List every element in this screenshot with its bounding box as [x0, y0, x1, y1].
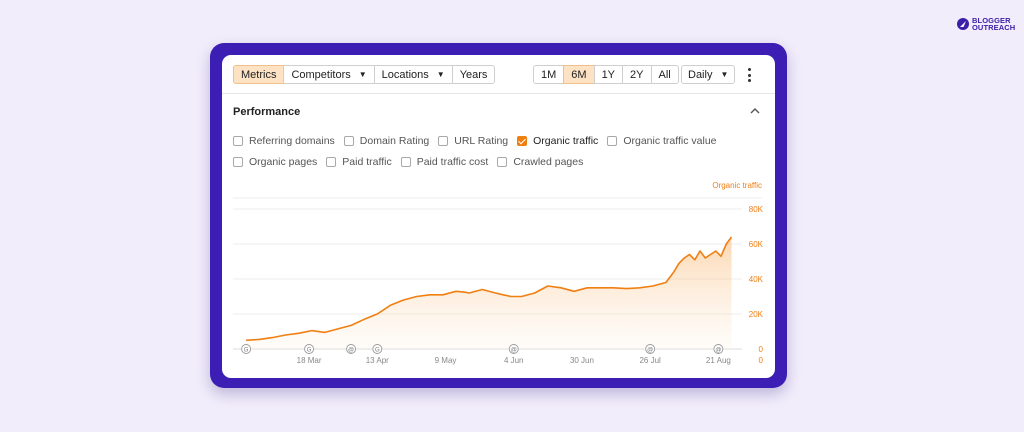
google-update-marker-icon[interactable]: G: [241, 344, 252, 354]
y-tick-label-zero: 0: [759, 356, 764, 365]
annotation-symbol: @: [348, 348, 354, 354]
x-tick-label: 9 May: [435, 356, 457, 365]
brand-logo-icon: [957, 18, 969, 30]
annotation-symbol: G: [375, 348, 380, 354]
annotation-symbol: @: [511, 348, 517, 354]
annotation-symbol: @: [647, 348, 653, 354]
annotation-marker-icon[interactable]: @: [645, 344, 656, 354]
brand-line-2: OUTREACH: [972, 23, 1016, 32]
annotation-symbol: G: [244, 348, 249, 354]
annotation-marker-icon[interactable]: @: [346, 344, 357, 354]
annotation-marker-icon[interactable]: @: [713, 344, 724, 354]
traffic-chart: Organic traffic 80K 60K 40K 20K 0 18 Mar 13 A…: [233, 181, 764, 365]
x-tick-label: 21 Aug: [706, 356, 731, 365]
x-tick-label: 18 Mar: [297, 356, 322, 365]
y-tick-label: 40K: [749, 275, 764, 284]
google-update-marker-icon[interactable]: G: [304, 344, 315, 354]
brand-logo: BLOGGER OUTREACH: [957, 17, 1015, 31]
y-tick-label: 60K: [749, 240, 764, 249]
annotation-symbol: @: [715, 348, 721, 354]
google-update-marker-icon[interactable]: G: [372, 344, 383, 354]
y-tick-label: 80K: [749, 205, 764, 214]
x-tick-label: 13 Apr: [366, 356, 389, 365]
y-tick-label: 20K: [749, 310, 764, 319]
x-tick-label: 30 Jun: [570, 356, 594, 365]
annotation-marker-icon[interactable]: @: [508, 344, 519, 354]
performance-card: Metrics Competitors ▼ Locations ▼ Years 1M 6M 1…: [222, 55, 775, 378]
annotation-symbol: G: [307, 348, 312, 354]
y-tick-label: 0: [759, 345, 764, 354]
x-tick-label: 26 Jul: [639, 356, 661, 365]
series-label: Organic traffic: [712, 181, 762, 190]
x-tick-label: 4 Jun: [504, 356, 524, 365]
